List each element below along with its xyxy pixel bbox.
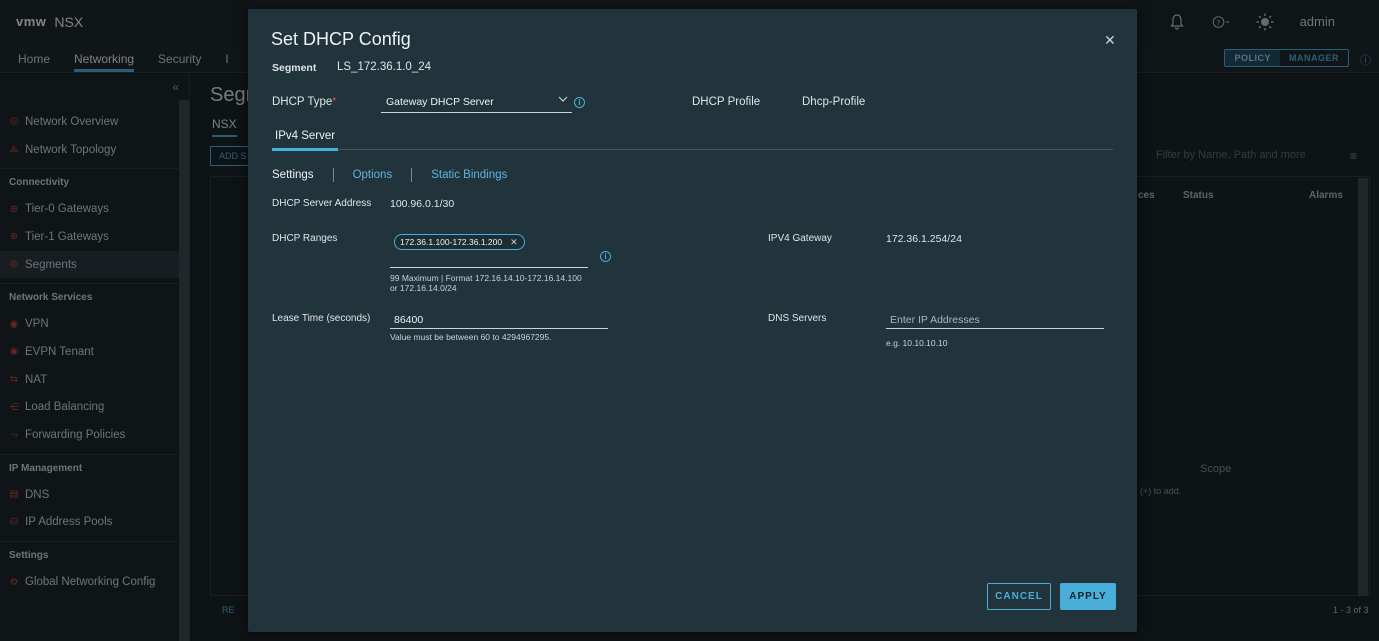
tab-static-bindings[interactable]: Static Bindings (431, 169, 507, 181)
dhcp-ranges-hint: 99 Maximum | Format 172.16.14.10-172.16.… (390, 273, 582, 293)
remove-range-icon[interactable]: ✕ (510, 237, 518, 248)
dns-servers-hint: e.g. 10.10.10.10 (886, 338, 948, 348)
dhcp-server-address-label: DHCP Server Address (272, 198, 372, 209)
tab-settings[interactable]: Settings (272, 169, 314, 181)
tab-ipv4-server[interactable]: IPv4 Server (272, 130, 339, 151)
set-dhcp-config-dialog: Set DHCP Config ✕ Segment LS_172.36.1.0_… (248, 9, 1137, 632)
dhcp-ranges-label: DHCP Ranges (272, 233, 338, 244)
server-tabs: IPv4 Server (272, 125, 1113, 151)
lease-time-input[interactable] (390, 311, 608, 329)
apply-button[interactable]: APPLY (1060, 583, 1116, 610)
ipv4-gateway-value: 172.36.1.254/24 (886, 233, 962, 245)
segment-label: Segment (272, 62, 317, 74)
chevron-down-icon (558, 95, 568, 106)
settings-tabs: Settings Options Static Bindings (272, 167, 507, 183)
ipv4-gateway-label: IPV4 Gateway (768, 233, 832, 244)
segment-value: LS_172.36.1.0_24 (337, 61, 432, 73)
range-chip: 172.36.1.100-172.36.1.200 ✕ (394, 234, 525, 250)
dhcp-profile-value: Dhcp-Profile (802, 96, 866, 108)
dhcp-type-label: DHCP Type* (272, 96, 337, 108)
dns-servers-input[interactable] (886, 311, 1104, 329)
range-chip-label: 172.36.1.100-172.36.1.200 (400, 237, 503, 247)
close-icon[interactable]: ✕ (1104, 32, 1116, 49)
dhcp-type-info-icon[interactable]: i (574, 97, 585, 108)
required-marker: * (332, 96, 337, 107)
cancel-button[interactable]: CANCEL (987, 583, 1051, 610)
lease-time-hint: Value must be between 60 to 4294967295. (390, 332, 552, 342)
dhcp-profile-label: DHCP Profile (692, 96, 761, 108)
dhcp-server-address-value: 100.96.0.1/30 (390, 198, 455, 210)
dhcp-type-select[interactable]: Gateway DHCP Server (381, 94, 572, 113)
dhcp-ranges-input[interactable]: 172.36.1.100-172.36.1.200 ✕ (390, 231, 588, 268)
lease-time-label: Lease Time (seconds) (272, 313, 371, 324)
dns-servers-label: DNS Servers (768, 313, 827, 324)
tab-options[interactable]: Options (353, 169, 393, 181)
dialog-title: Set DHCP Config (271, 29, 411, 49)
dhcp-ranges-info-icon[interactable]: i (600, 251, 611, 262)
dhcp-type-value: Gateway DHCP Server (386, 96, 494, 108)
